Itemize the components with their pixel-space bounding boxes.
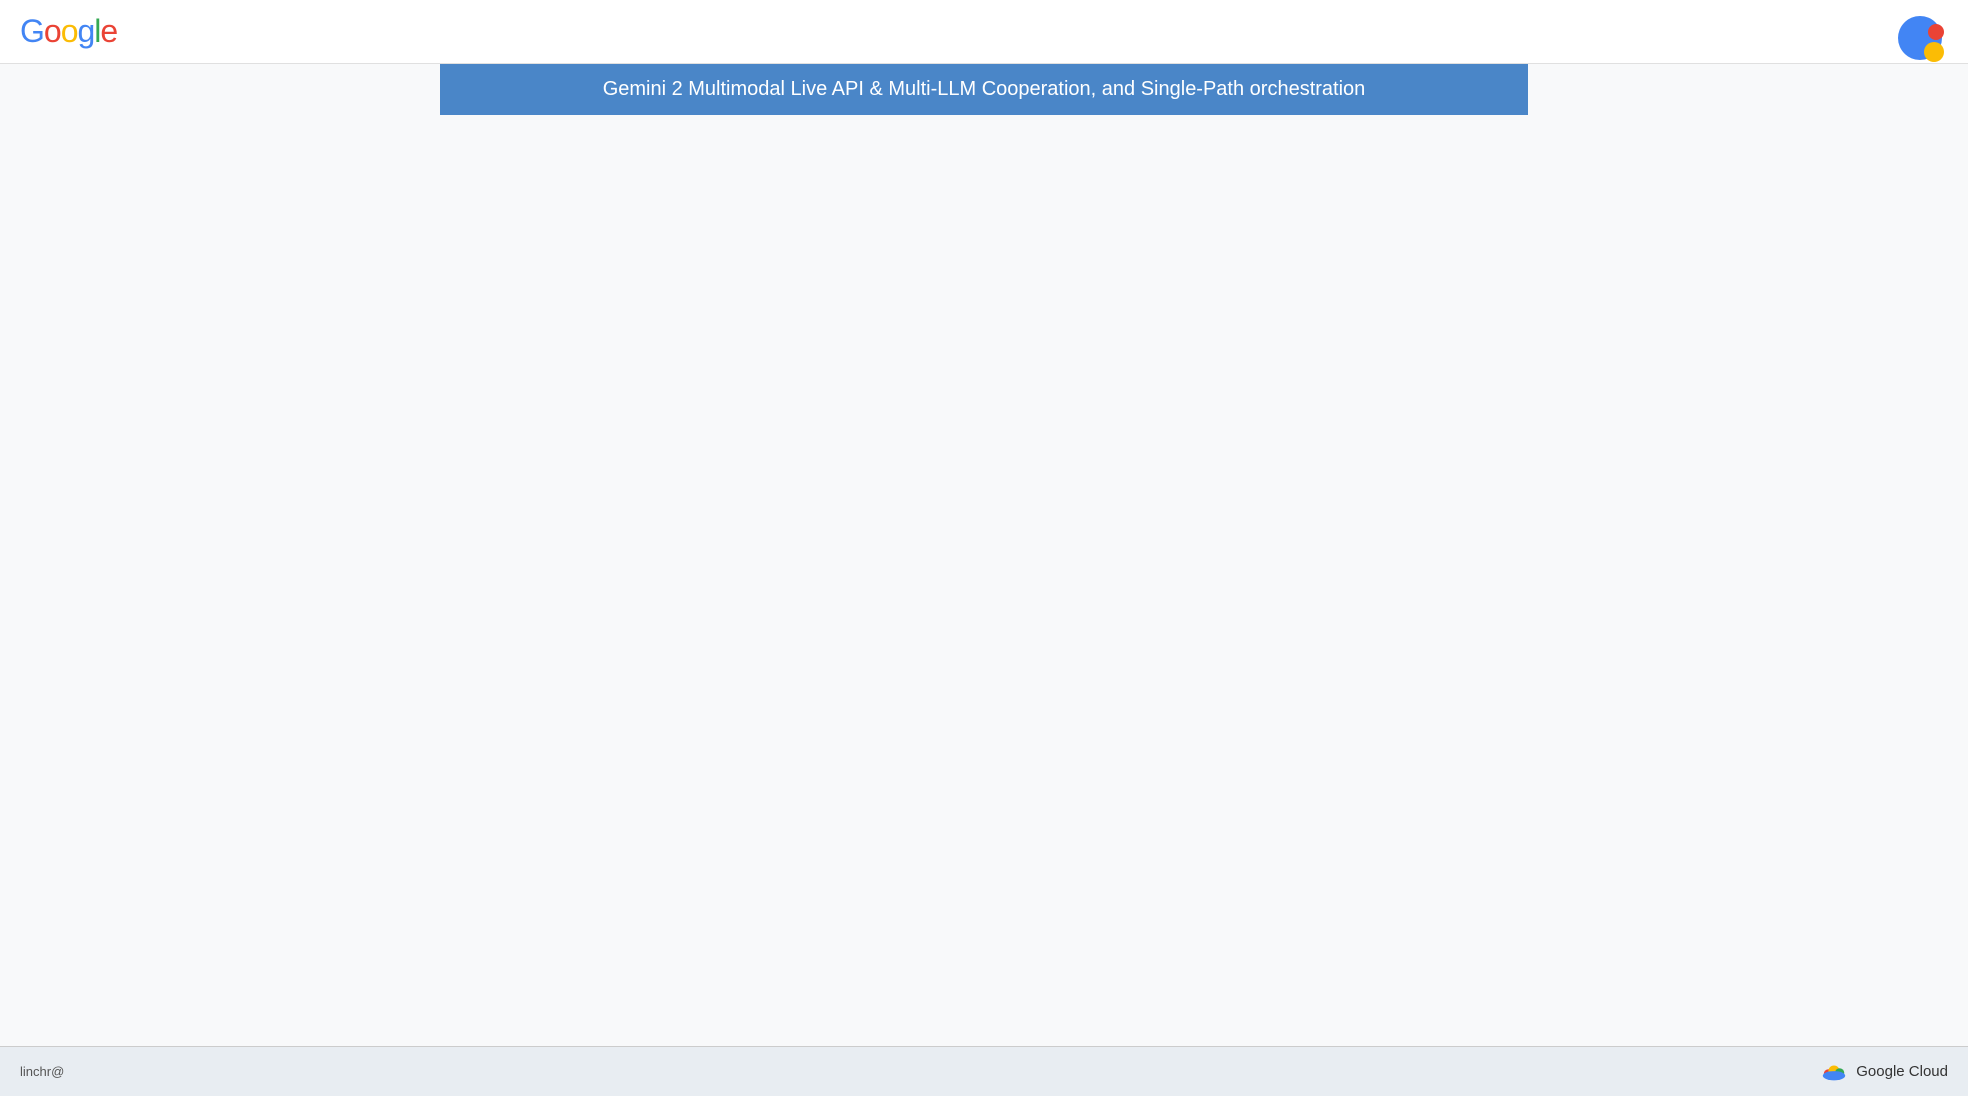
title-banner: Gemini 2 Multimodal Live API & Multi-LLM… bbox=[440, 64, 1528, 115]
logo-e: e bbox=[100, 13, 117, 49]
title-banner-wrapper: Gemini 2 Multimodal Live API & Multi-LLM… bbox=[0, 64, 1968, 115]
footer-user: linchr@ bbox=[20, 1064, 64, 1079]
footer-cloud-icon bbox=[1820, 1062, 1848, 1082]
title-text: Gemini 2 Multimodal Live API & Multi-LLM… bbox=[603, 78, 1366, 100]
main-wrapper: Google Cloud bbox=[0, 115, 1968, 1045]
header: Google bbox=[0, 0, 1968, 64]
footer-gc: Google Cloud bbox=[1820, 1062, 1948, 1082]
footer-gc-label: Google Cloud bbox=[1856, 1063, 1948, 1080]
footer: linchr@ Google Cloud bbox=[0, 1046, 1968, 1096]
assistant-circles bbox=[1868, 10, 1948, 90]
logo-o2: o bbox=[61, 13, 78, 49]
google-logo: Google bbox=[20, 13, 117, 50]
logo-o1: o bbox=[44, 13, 61, 49]
logo-g: G bbox=[20, 13, 44, 49]
logo-g2: g bbox=[77, 13, 94, 49]
